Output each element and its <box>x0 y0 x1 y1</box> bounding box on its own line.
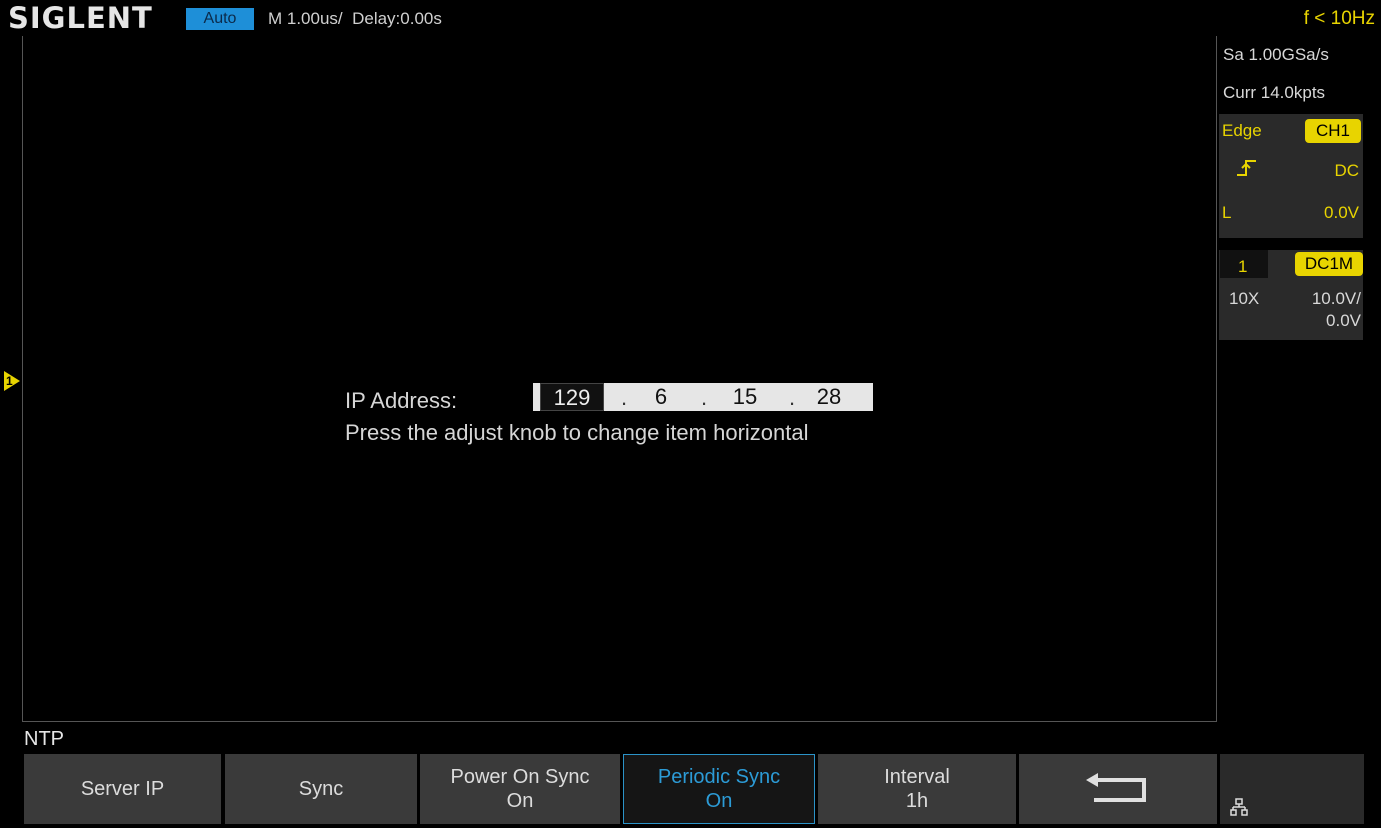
ip-octet-2[interactable]: 6 <box>641 383 681 411</box>
softkey-label: Interval <box>884 766 950 788</box>
ip-dot: . <box>701 385 708 410</box>
vertical-scale: 10.0V/ <box>1311 289 1361 308</box>
trigger-coupling: DC <box>1334 161 1359 180</box>
back-button[interactable] <box>1019 754 1217 824</box>
softkey-value: On <box>506 790 534 812</box>
power-on-sync-button[interactable]: Power On Sync On <box>420 754 620 824</box>
brand-logo: SIGLENT <box>8 1 153 35</box>
memory-depth-readout: Curr 14.0kpts <box>1223 83 1326 102</box>
ip-octet-3[interactable]: 15 <box>725 383 765 411</box>
softkey-value: On <box>705 790 733 812</box>
softkey-value: 1h <box>905 790 929 812</box>
channel-number: 1 <box>1238 257 1248 276</box>
trigger-type: Edge <box>1222 121 1262 140</box>
ip-address-label: IP Address: <box>345 388 458 413</box>
trigger-level-label: L <box>1222 203 1232 222</box>
timebase-readout[interactable]: M 1.00us/ Delay:0.00s <box>268 9 442 29</box>
network-icon <box>1230 798 1248 816</box>
softkey-label: Sync <box>298 778 344 800</box>
probe-attenuation: 10X <box>1229 289 1260 308</box>
server-ip-button[interactable]: Server IP <box>24 754 221 824</box>
ip-hint-text: Press the adjust knob to change item hor… <box>345 420 809 445</box>
trigger-level-value: 0.0V <box>1324 203 1359 222</box>
frequency-counter: f < 10Hz <box>1303 8 1375 29</box>
vertical-offset: 0.0V <box>1326 311 1361 330</box>
ip-octet-4[interactable]: 28 <box>809 383 849 411</box>
ip-address-input[interactable]: 129 . 6 . 15 . 28 <box>533 383 873 411</box>
ip-dot: . <box>789 385 796 410</box>
return-arrow-icon <box>1086 773 1146 802</box>
periodic-sync-button[interactable]: Periodic Sync On <box>623 754 815 824</box>
trigger-mode-badge[interactable]: Auto <box>186 8 254 30</box>
sample-rate-readout: Sa 1.00GSa/s <box>1223 45 1329 64</box>
waveform-display[interactable] <box>22 36 1217 722</box>
softkey-label: Server IP <box>80 778 165 800</box>
channel-coupling-badge: DC1M <box>1295 252 1363 276</box>
trigger-source-badge: CH1 <box>1305 119 1361 143</box>
rising-edge-icon <box>1237 160 1256 176</box>
marker-channel-number: 1 <box>6 374 13 388</box>
softkey-label: Periodic Sync <box>657 766 781 788</box>
sync-button[interactable]: Sync <box>225 754 417 824</box>
network-status[interactable] <box>1220 754 1364 824</box>
menu-title: NTP <box>24 728 64 750</box>
ip-dot: . <box>621 385 628 410</box>
interval-button[interactable]: Interval 1h <box>818 754 1016 824</box>
ip-octet-1[interactable]: 129 <box>540 383 604 411</box>
softkey-label: Power On Sync <box>450 766 590 788</box>
